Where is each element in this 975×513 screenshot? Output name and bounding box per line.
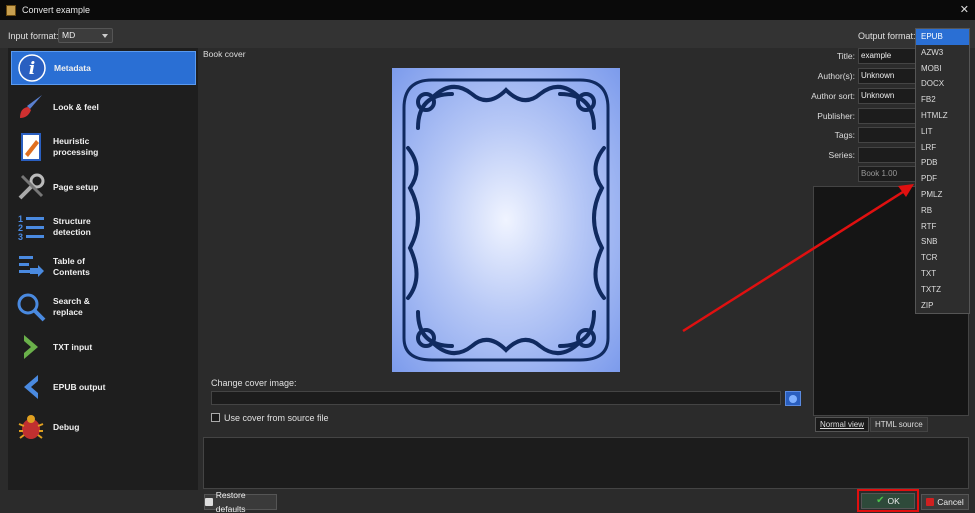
annotation-arrow [682,184,914,333]
